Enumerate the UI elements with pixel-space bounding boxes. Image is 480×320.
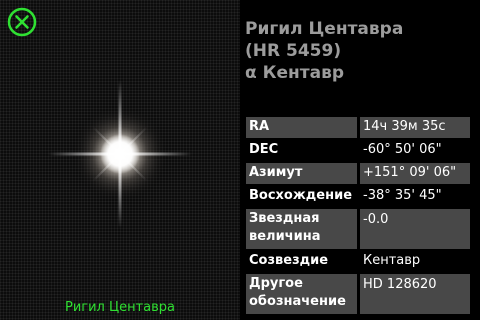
info-panel: Ригил Центавра (HR 5459) α Кентавр RA 14… bbox=[240, 0, 480, 320]
star-view: Ригил Центавра bbox=[0, 0, 240, 320]
detail-label: Другое обозначение bbox=[246, 274, 357, 314]
detail-row-ra: RA 14ч 39м 35с bbox=[246, 117, 474, 138]
star-title-line: (HR 5459) bbox=[245, 41, 342, 61]
star-title-line: Ригил Центавра bbox=[245, 19, 404, 39]
detail-label: Звездная величина bbox=[246, 209, 357, 249]
detail-row-altitude: Восхождение -38° 35' 45" bbox=[246, 186, 474, 207]
detail-row-other-designation: Другое обозначение HD 128620 bbox=[246, 274, 474, 314]
star-title: Ригил Центавра (HR 5459) α Кентавр bbox=[245, 18, 475, 84]
detail-label: Восхождение bbox=[249, 188, 353, 203]
close-icon[interactable] bbox=[6, 6, 38, 38]
detail-row-magnitude: Звездная величина -0.0 bbox=[246, 209, 474, 249]
detail-value: -0.0 bbox=[360, 209, 470, 249]
detail-value: -38° 35' 45" bbox=[363, 188, 442, 203]
star-title-line: α Кентавр bbox=[245, 63, 345, 83]
detail-row-constellation: Созвездие Кентавр bbox=[246, 251, 474, 272]
detail-row-dec: DEC -60° 50' 06" bbox=[246, 140, 474, 161]
star-image bbox=[48, 80, 192, 228]
detail-label: Азимут bbox=[246, 163, 357, 184]
detail-value: +151° 09' 06" bbox=[360, 163, 470, 184]
star-detail-screen: Ригил Центавра Ригил Центавра (HR 5459) … bbox=[0, 0, 480, 320]
detail-label: RA bbox=[246, 117, 357, 138]
detail-value: 14ч 39м 35с bbox=[360, 117, 470, 138]
star-name-caption: Ригил Центавра bbox=[64, 300, 176, 315]
details-table: RA 14ч 39м 35с DEC -60° 50' 06" Азимут +… bbox=[246, 117, 474, 316]
detail-value: Кентавр bbox=[363, 253, 421, 268]
detail-label: Созвездие bbox=[249, 253, 329, 268]
detail-row-azimuth: Азимут +151° 09' 06" bbox=[246, 163, 474, 184]
detail-value: HD 128620 bbox=[360, 274, 470, 314]
detail-value: -60° 50' 06" bbox=[363, 142, 442, 157]
detail-label: DEC bbox=[249, 142, 279, 157]
